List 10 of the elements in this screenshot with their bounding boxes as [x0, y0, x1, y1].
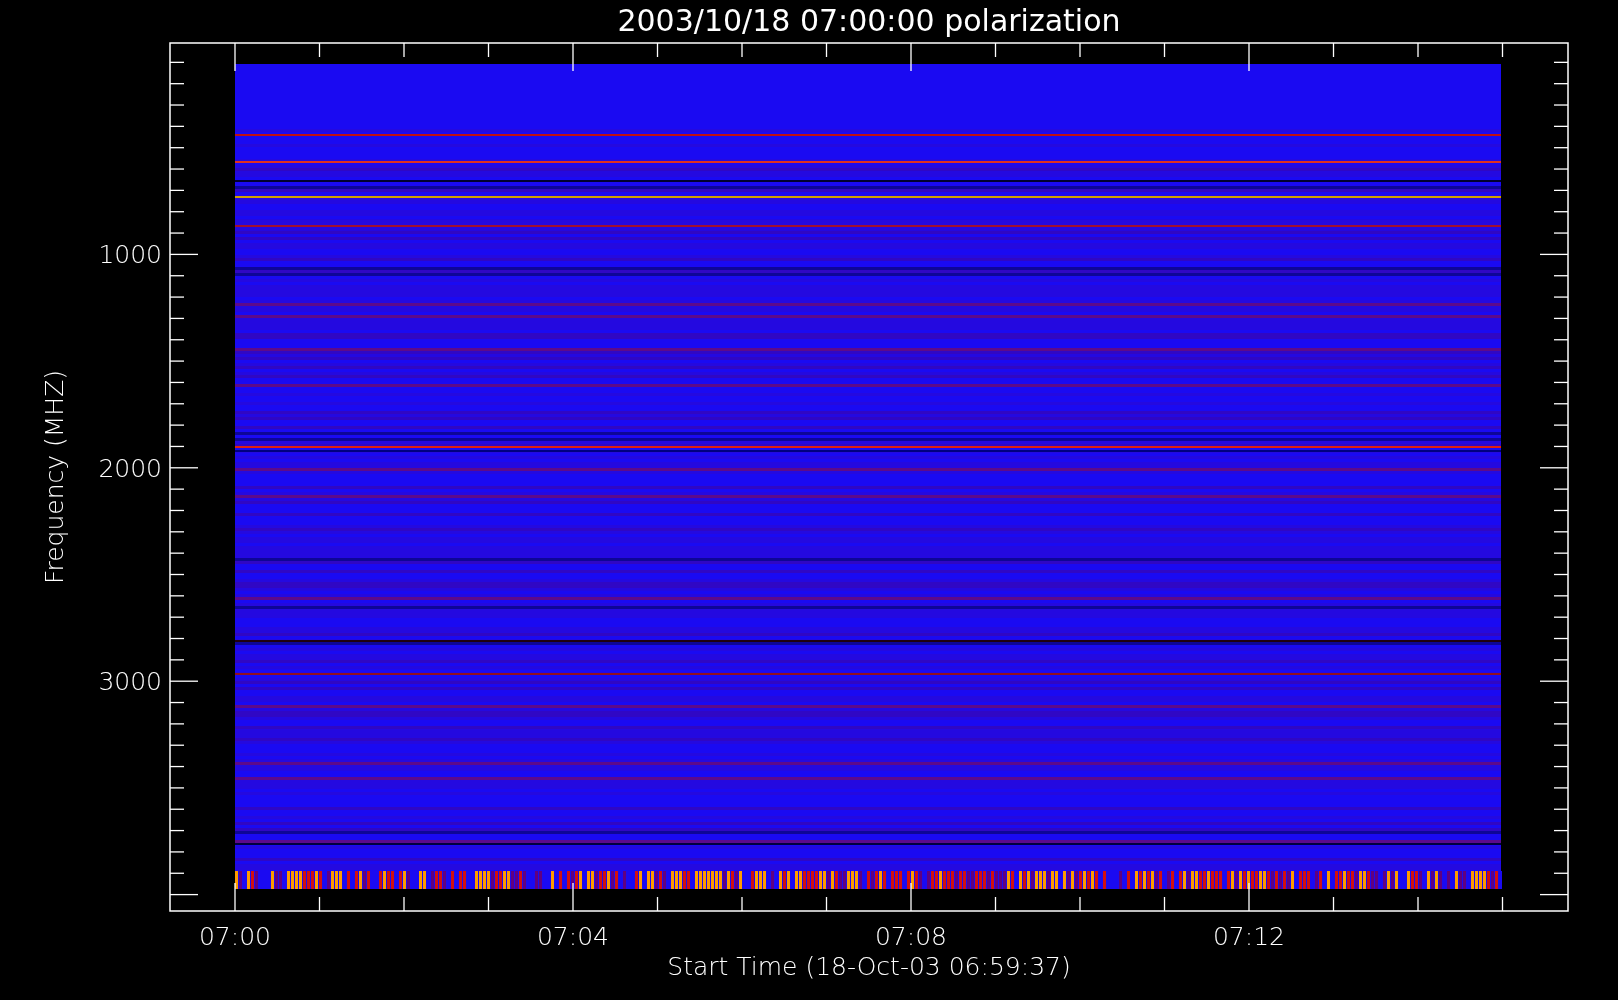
- y-tick-label: 3000: [98, 667, 162, 697]
- x-tick-label: 07:12: [1213, 922, 1285, 951]
- x-tick-label: 07:04: [537, 922, 609, 951]
- y-axis-title: Frequency (MHZ): [40, 369, 69, 585]
- x-axis-title: Start Time (18-Oct-03 06:59:37): [667, 952, 1071, 981]
- y-tick-label: 1000: [98, 240, 162, 270]
- x-tick-label: 07:00: [199, 922, 271, 951]
- plot-title: 2003/10/18 07:00:00 polarization: [617, 3, 1121, 38]
- y-tick-label: 2000: [98, 453, 162, 483]
- x-tick-label: 07:08: [875, 922, 947, 951]
